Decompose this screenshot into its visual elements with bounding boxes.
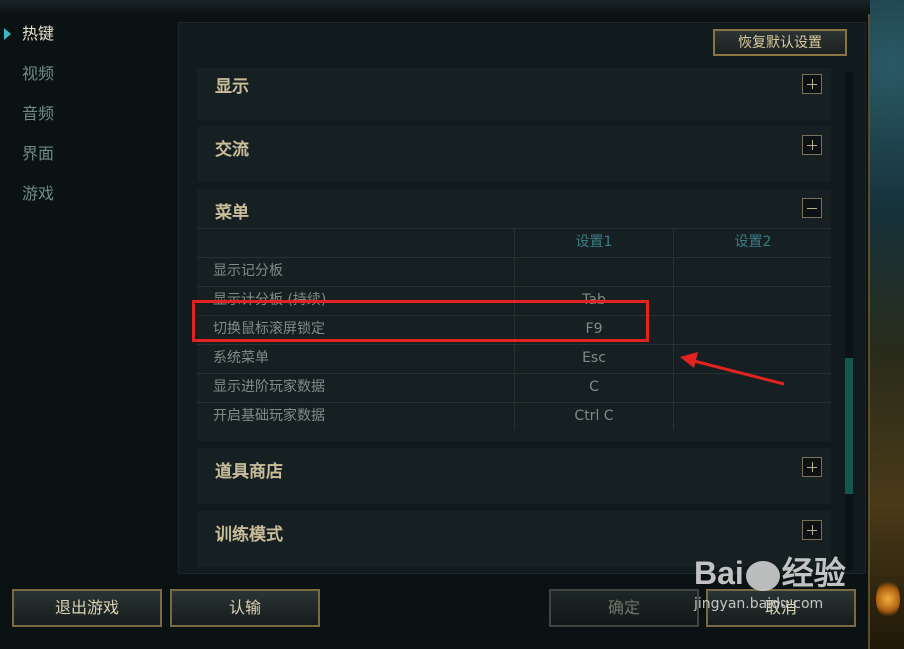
expand-plus-icon[interactable] xyxy=(802,74,822,94)
watermark-logo: Bai 经验 xyxy=(694,555,846,591)
expand-plus-icon[interactable] xyxy=(802,135,822,155)
table-header-row: 设置1 设置2 xyxy=(197,228,831,257)
section-chat[interactable]: 交流 xyxy=(197,126,831,182)
action-label: 显示记分板 xyxy=(213,263,283,279)
scrollbar-track[interactable] xyxy=(845,72,853,570)
section-title: 训练模式 xyxy=(215,525,283,545)
section-item-shop[interactable]: 道具商店 xyxy=(197,448,831,504)
section-title: 菜单 xyxy=(215,203,249,223)
hotkey-slot-2[interactable] xyxy=(673,403,832,430)
surrender-button[interactable]: 认输 xyxy=(170,589,320,627)
hotkey-slot-2[interactable] xyxy=(673,316,832,343)
hotkey-slot-1[interactable]: C xyxy=(514,374,673,401)
sidebar-item-game[interactable]: 游戏 xyxy=(0,174,175,214)
sidebar-item-label: 视频 xyxy=(22,64,55,83)
action-label: 显示进阶玩家数据 xyxy=(213,379,325,395)
restore-defaults-button[interactable]: 恢复默认设置 xyxy=(713,29,847,56)
hotkey-slot-2[interactable] xyxy=(673,258,832,285)
hotkey-slot-1[interactable] xyxy=(514,258,673,285)
paw-icon xyxy=(745,560,780,591)
watermark-url: jingyan.baidu.com xyxy=(694,596,824,612)
expand-plus-icon[interactable] xyxy=(802,457,822,477)
sidebar-item-video[interactable]: 视频 xyxy=(0,54,175,94)
annotation-arrow-icon xyxy=(680,352,785,386)
section-title: 交流 xyxy=(215,140,249,160)
sidebar-item-hotkeys[interactable]: 热键 xyxy=(0,14,175,54)
hotkey-slot-2[interactable] xyxy=(673,287,832,314)
active-marker-icon xyxy=(4,28,11,40)
hotkey-slot-1[interactable]: Esc xyxy=(514,345,673,372)
collapse-minus-icon[interactable] xyxy=(802,198,822,218)
sidebar-item-label: 游戏 xyxy=(22,184,55,203)
section-title: 道具商店 xyxy=(215,462,283,482)
sidebar-item-audio[interactable]: 音频 xyxy=(0,94,175,134)
sidebar-item-interface[interactable]: 界面 xyxy=(0,134,175,174)
hotkey-slot-1[interactable]: Ctrl C xyxy=(514,403,673,430)
quit-game-button[interactable]: 退出游戏 xyxy=(12,589,162,627)
confirm-button[interactable]: 确定 xyxy=(549,589,699,627)
sidebar-item-label: 热键 xyxy=(22,24,55,43)
section-display[interactable]: 显示 xyxy=(197,68,831,120)
section-title: 显示 xyxy=(215,77,249,97)
annotation-highlight-box xyxy=(192,300,649,342)
baidu-jingyan-watermark: Bai 经验 jingyan.baidu.com xyxy=(694,548,894,628)
sidebar-item-label: 界面 xyxy=(22,144,55,163)
header-setting2: 设置2 xyxy=(673,229,832,256)
scrollbar-thumb[interactable] xyxy=(845,358,853,494)
settings-sidebar: 热键 视频 音频 界面 游戏 xyxy=(0,14,175,574)
table-row: 开启基础玩家数据 Ctrl C xyxy=(197,402,831,431)
expand-plus-icon[interactable] xyxy=(802,520,822,540)
action-label: 开启基础玩家数据 xyxy=(213,408,325,424)
sidebar-item-label: 音频 xyxy=(22,104,55,123)
header-setting1: 设置1 xyxy=(514,229,673,256)
action-label: 系统菜单 xyxy=(213,350,269,366)
table-row: 显示记分板 xyxy=(197,257,831,286)
